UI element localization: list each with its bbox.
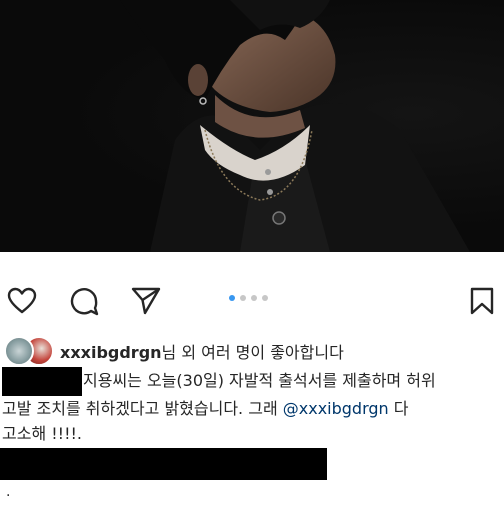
carousel-dot-3[interactable]: [251, 295, 257, 301]
carousel-dot-1[interactable]: [229, 295, 235, 301]
redaction-bar: [2, 367, 82, 396]
send-icon: [131, 287, 161, 315]
caption-line-1-text: 지용씨는 오늘(30일) 자발적 출석서를 제출하며 허위: [83, 371, 436, 390]
post-caption: 지용씨는 오늘(30일) 자발적 출석서를 제출하며 허위 고발 조치를 취하겠…: [2, 367, 498, 446]
caption-trailing-dot: .: [6, 484, 11, 500]
share-button[interactable]: [128, 283, 164, 319]
like-button[interactable]: [4, 283, 40, 319]
post-actions-bar: [0, 283, 504, 323]
caption-line-1: 지용씨는 오늘(30일) 자발적 출석서를 제출하며 허위: [2, 367, 498, 396]
save-button[interactable]: [464, 283, 500, 319]
liker-username[interactable]: xxxibgdrgn: [60, 343, 162, 362]
comment-button[interactable]: [66, 283, 102, 319]
post-photo[interactable]: [0, 0, 504, 252]
carousel-indicator: [229, 295, 268, 301]
carousel-dot-2[interactable]: [240, 295, 246, 301]
redaction-bar-full: [0, 448, 327, 480]
liker-avatar-1[interactable]: [4, 336, 34, 366]
bookmark-icon: [470, 287, 494, 315]
heart-icon: [7, 287, 37, 314]
caption-line-2-post: 다: [388, 399, 409, 418]
carousel-dot-4[interactable]: [262, 295, 268, 301]
comment-icon: [70, 288, 99, 316]
caption-line-3-text: 고소해 !!!!.: [2, 424, 82, 443]
caption-line-2-pre: 고발 조치를 취하겠다고 밝혔습니다. 그래: [2, 399, 283, 418]
likes-summary[interactable]: xxxibgdrgn님 외 여러 명이 좋아합니다: [4, 336, 344, 366]
photo-illustration: [120, 0, 470, 252]
caption-line-3: 고소해 !!!!.: [2, 421, 498, 446]
likes-suffix: 님 외 여러 명이 좋아합니다: [161, 343, 344, 362]
caption-line-2: 고발 조치를 취하겠다고 밝혔습니다. 그래 @xxxibgdrgn 다: [2, 396, 498, 421]
caption-mention-link[interactable]: @xxxibgdrgn: [283, 399, 389, 418]
likes-text: xxxibgdrgn님 외 여러 명이 좋아합니다: [60, 339, 344, 363]
